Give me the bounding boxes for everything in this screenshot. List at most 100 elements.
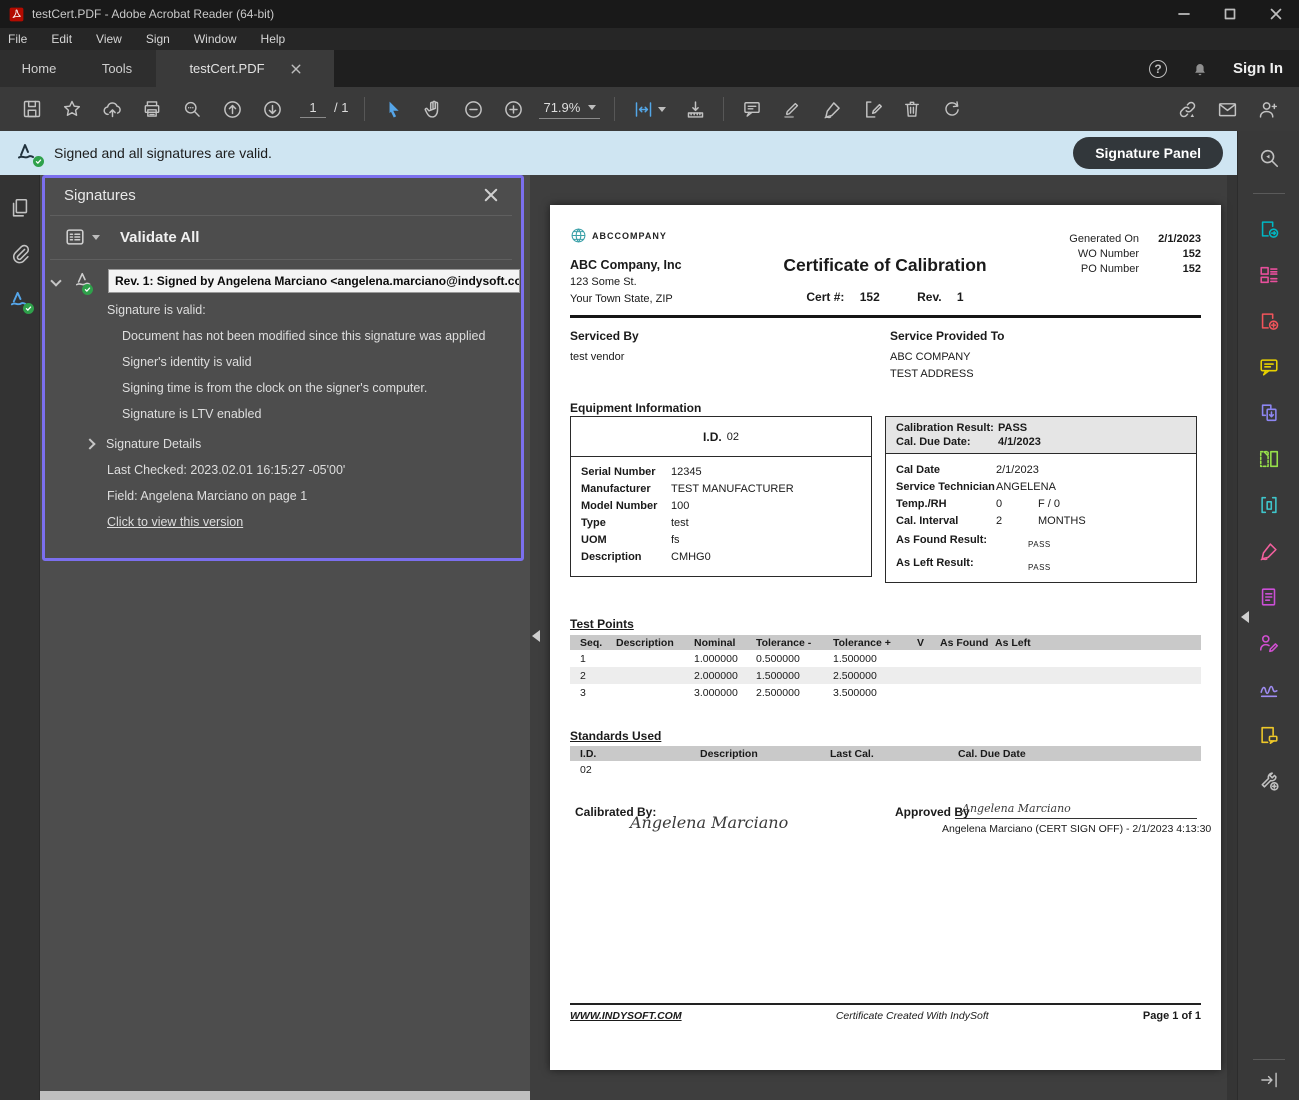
view-version-link[interactable]: Click to view this version bbox=[107, 515, 243, 529]
search-document-icon[interactable] bbox=[1258, 147, 1280, 169]
fill-sign-tool-icon[interactable] bbox=[1258, 540, 1280, 562]
tab-home[interactable]: Home bbox=[0, 50, 78, 87]
tab-tools[interactable]: Tools bbox=[78, 50, 156, 87]
signatures-panel-icon[interactable] bbox=[9, 289, 32, 312]
signature-valid-icon bbox=[16, 141, 40, 165]
edit-pdf-tool-icon[interactable] bbox=[1258, 264, 1280, 286]
comment-tool-icon[interactable] bbox=[1258, 356, 1280, 378]
select-tool-icon[interactable] bbox=[373, 92, 413, 126]
fill-sign-icon[interactable] bbox=[812, 92, 852, 126]
approved-by-label: Approved By bbox=[895, 805, 970, 819]
signature-panel-button[interactable]: Signature Panel bbox=[1073, 137, 1223, 169]
delete-icon[interactable] bbox=[892, 92, 932, 126]
page-number-input[interactable]: 1 bbox=[300, 100, 326, 118]
add-account-icon[interactable] bbox=[1247, 92, 1287, 126]
standards-table: I.D. Description Last Cal. Cal. Due Date… bbox=[570, 746, 1201, 778]
zoom-level-select[interactable]: 71.9% bbox=[539, 100, 600, 119]
signature-details-expander[interactable]: Signature Details bbox=[86, 437, 201, 451]
highlight-icon[interactable] bbox=[772, 92, 812, 126]
tp-nominal: 2.000000 bbox=[694, 670, 756, 682]
more-tools-icon[interactable] bbox=[1258, 770, 1280, 792]
attachments-icon[interactable] bbox=[9, 243, 31, 265]
signature-rev-line[interactable]: Rev. 1: Signed by Angelena Marciano <ang… bbox=[108, 269, 520, 293]
hand-tool-icon[interactable] bbox=[413, 92, 453, 126]
tab-document[interactable]: testCert.PDF bbox=[156, 50, 334, 87]
save-icon[interactable] bbox=[12, 92, 52, 126]
validate-all-button[interactable]: Validate All bbox=[120, 229, 199, 246]
calibration-result-label: Calibration Result: bbox=[896, 422, 998, 434]
navigation-rail bbox=[0, 175, 40, 1100]
menu-view[interactable]: View bbox=[96, 32, 122, 46]
redo-icon[interactable] bbox=[932, 92, 972, 126]
combine-files-icon[interactable] bbox=[1258, 402, 1280, 424]
maximize-button[interactable] bbox=[1207, 0, 1253, 28]
create-pdf-icon[interactable] bbox=[1258, 310, 1280, 332]
certificates-icon[interactable] bbox=[1258, 678, 1280, 700]
previous-view-icon[interactable] bbox=[212, 92, 252, 126]
approved-by-detail: Angelena Marciano (CERT SIGN OFF) - 2/1/… bbox=[942, 823, 1211, 835]
collapse-signatures-panel-icon[interactable] bbox=[532, 630, 540, 642]
collapse-tools-panel-icon[interactable] bbox=[1241, 611, 1249, 623]
generated-on-label: Generated On bbox=[1049, 233, 1139, 245]
star-icon[interactable] bbox=[52, 92, 92, 126]
panel-horizontal-scrollbar[interactable] bbox=[40, 1091, 530, 1100]
document-view: ABCCOMPANY ABC Company, Inc 123 Some St.… bbox=[530, 175, 1237, 1100]
window-title: testCert.PDF - Adobe Acrobat Reader (64-… bbox=[32, 7, 274, 21]
minimize-button[interactable] bbox=[1161, 0, 1207, 28]
tp-header: Tolerance + bbox=[833, 637, 917, 649]
close-button[interactable] bbox=[1253, 0, 1299, 28]
search-icon[interactable] bbox=[172, 92, 212, 126]
equipment-row-value: fs bbox=[671, 532, 680, 549]
sign-in-button[interactable]: Sign In bbox=[1233, 60, 1283, 77]
calibration-result-box: Calibration Result:PASS Cal. Due Date:4/… bbox=[885, 416, 1197, 583]
test-point-row: 3 3.000000 2.500000 3.500000 bbox=[570, 684, 1201, 701]
menu-sign[interactable]: Sign bbox=[146, 32, 170, 46]
vertical-scrollbar[interactable] bbox=[1227, 175, 1237, 1100]
signatures-panel-close-icon[interactable] bbox=[484, 188, 498, 202]
comment-icon[interactable] bbox=[732, 92, 772, 126]
notifications-bell-icon[interactable] bbox=[1191, 60, 1209, 78]
export-pdf-icon[interactable] bbox=[1258, 218, 1280, 240]
page-thumbnails-icon[interactable] bbox=[9, 197, 31, 219]
zoom-in-icon[interactable] bbox=[493, 92, 533, 126]
rev-number: 1 bbox=[957, 290, 964, 304]
equipment-row-value: test bbox=[671, 515, 689, 532]
test-point-row: 1 1.000000 0.500000 1.500000 bbox=[570, 650, 1201, 667]
tp-header: Seq. bbox=[580, 637, 616, 649]
share-cloud-icon[interactable] bbox=[92, 92, 132, 126]
signature-options-button[interactable] bbox=[64, 226, 100, 248]
next-view-icon[interactable] bbox=[252, 92, 292, 126]
prepare-form-icon[interactable] bbox=[1258, 586, 1280, 608]
compress-pdf-icon[interactable] bbox=[1258, 494, 1280, 516]
serviced-by-value: test vendor bbox=[570, 349, 639, 366]
tp-header: V bbox=[917, 637, 940, 649]
footer-website-link[interactable]: WWW.INDYSOFT.COM bbox=[570, 1010, 682, 1022]
sticky-note-icon[interactable] bbox=[1258, 724, 1280, 746]
print-icon[interactable] bbox=[132, 92, 172, 126]
tp-header: Tolerance - bbox=[756, 637, 833, 649]
calibration-result-value: PASS bbox=[998, 422, 1027, 434]
email-icon[interactable] bbox=[1207, 92, 1247, 126]
scrolling-mode-icon[interactable] bbox=[675, 92, 715, 126]
request-signatures-icon[interactable] bbox=[1258, 632, 1280, 654]
equipment-id-value: 02 bbox=[727, 431, 739, 443]
fit-width-icon[interactable] bbox=[623, 92, 675, 126]
help-icon[interactable]: ? bbox=[1149, 60, 1167, 78]
expand-panel-icon[interactable] bbox=[1259, 1070, 1279, 1090]
menu-edit[interactable]: Edit bbox=[51, 32, 72, 46]
share-link-icon[interactable] bbox=[1167, 92, 1207, 126]
test-point-row: 2 2.000000 1.500000 2.500000 bbox=[570, 667, 1201, 684]
edit-pdf-icon[interactable] bbox=[852, 92, 892, 126]
menu-help[interactable]: Help bbox=[261, 32, 286, 46]
signature-tree-row[interactable]: Rev. 1: Signed by Angelena Marciano <ang… bbox=[52, 269, 520, 293]
chevron-down-icon[interactable] bbox=[50, 275, 61, 286]
menu-window[interactable]: Window bbox=[194, 32, 237, 46]
tab-close-icon[interactable] bbox=[291, 64, 301, 74]
wo-number-value: 152 bbox=[1139, 248, 1201, 260]
menu-file[interactable]: File bbox=[8, 32, 27, 46]
chevron-right-icon bbox=[84, 438, 95, 449]
zoom-out-icon[interactable] bbox=[453, 92, 493, 126]
tp-nominal: 1.000000 bbox=[694, 653, 756, 665]
organize-pages-icon[interactable] bbox=[1258, 448, 1280, 470]
equipment-row-label: Type bbox=[581, 515, 671, 532]
